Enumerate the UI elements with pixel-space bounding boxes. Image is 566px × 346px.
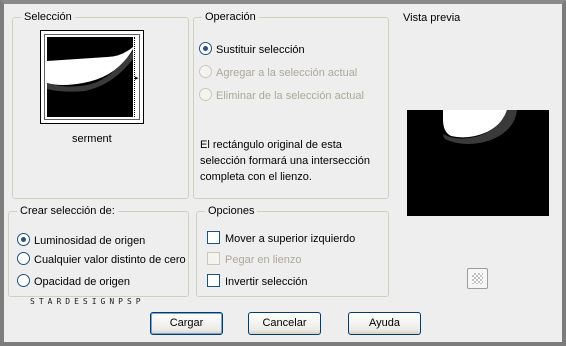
radio-remove-selection[interactable]: Eliminar de la selección actual — [199, 88, 364, 103]
thumbnail-shape — [47, 37, 133, 117]
radio-label: Opacidad de origen — [34, 276, 131, 288]
preview-title: Vista previa — [403, 12, 461, 24]
checkbox-move-top-left[interactable]: Mover a superior izquierdo — [207, 231, 355, 246]
radio-button[interactable] — [199, 65, 212, 78]
checkbox-paste-canvas[interactable]: Pegar en lienzo — [207, 252, 301, 267]
radio-button-checked[interactable] — [17, 233, 30, 246]
radio-button-checked[interactable] — [199, 42, 212, 55]
radio-source-opacity[interactable]: Opacidad de origen — [17, 274, 130, 289]
checkerboard-pattern — [472, 273, 483, 284]
thumbnail-inner: ▸ — [44, 34, 140, 120]
checkbox[interactable] — [207, 252, 220, 265]
selection-name-label: serment — [72, 133, 112, 145]
watermark-text: STARDESIGNPSP — [30, 297, 145, 306]
radio-label: Agregar a la selección actual — [216, 67, 358, 79]
operation-group-title: Operación — [202, 11, 259, 24]
help-button[interactable]: Ayuda — [348, 312, 421, 335]
create-selection-title: Crear selección de: — [17, 205, 118, 218]
radio-button[interactable] — [199, 88, 212, 101]
preview-canvas — [407, 110, 549, 216]
radio-label: Luminosidad de origen — [34, 235, 146, 247]
radio-label: Cualquier valor distinto de cero — [34, 254, 186, 266]
checkbox-invert-selection[interactable]: Invertir selección — [207, 274, 308, 289]
operation-description: El rectángulo original de esta selección… — [200, 139, 370, 183]
radio-replace-selection[interactable]: Sustituir selección — [199, 42, 305, 57]
selection-thumbnail-image — [47, 37, 133, 117]
checkbox-label: Invertir selección — [225, 276, 308, 288]
radio-any-nonzero[interactable]: Cualquier valor distinto de cero — [17, 252, 186, 267]
checkbox[interactable] — [207, 231, 220, 244]
checkbox-label: Pegar en lienzo — [225, 254, 302, 266]
radio-add-selection[interactable]: Agregar a la selección actual — [199, 65, 357, 80]
checkbox-label: Mover a superior izquierdo — [225, 233, 356, 245]
options-group-title: Opciones — [205, 205, 258, 218]
preview-shape — [407, 110, 549, 216]
radio-source-luminance[interactable]: Luminosidad de origen — [17, 233, 145, 248]
radio-label: Eliminar de la selección actual — [216, 90, 364, 102]
selection-group-title: Selección — [21, 11, 75, 24]
radio-label: Sustituir selección — [216, 44, 305, 56]
radio-button[interactable] — [17, 274, 30, 287]
checkbox[interactable] — [207, 274, 220, 287]
cancel-button[interactable]: Cancelar — [248, 312, 321, 335]
dropdown-arrow-icon[interactable]: ▸ — [134, 37, 139, 117]
radio-button[interactable] — [17, 252, 30, 265]
checkerboard-icon[interactable] — [467, 268, 488, 289]
selection-thumbnail-dropdown[interactable]: ▸ — [40, 30, 144, 124]
load-button[interactable]: Cargar — [150, 312, 223, 335]
